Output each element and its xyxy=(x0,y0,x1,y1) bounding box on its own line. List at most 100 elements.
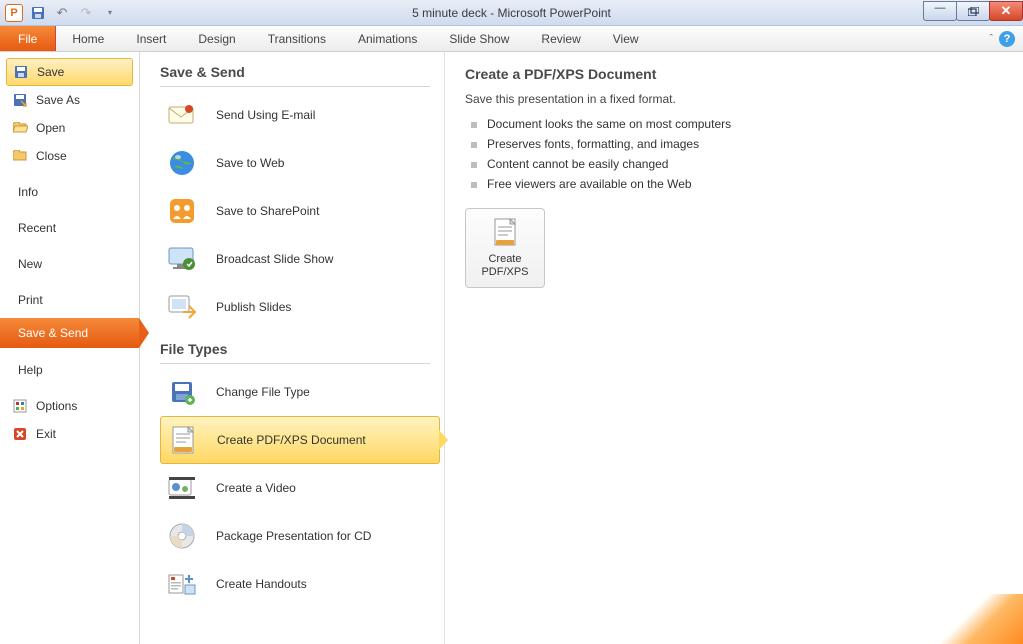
close-button[interactable]: ✕ xyxy=(989,1,1023,21)
tab-animations[interactable]: Animations xyxy=(342,26,433,51)
tab-review[interactable]: Review xyxy=(525,26,596,51)
mid-broadcast[interactable]: Broadcast Slide Show xyxy=(160,235,440,283)
sidebar-label: Close xyxy=(36,149,67,163)
sidebar-close[interactable]: Close xyxy=(0,142,139,170)
sidebar-recent[interactable]: Recent xyxy=(0,214,139,242)
broadcast-icon xyxy=(166,243,198,275)
pdf-doc-icon xyxy=(491,217,519,249)
detail-subtitle: Save this presentation in a fixed format… xyxy=(465,92,1003,106)
bullet-item: Free viewers are available on the Web xyxy=(465,174,1003,194)
sidebar-label: Save As xyxy=(36,93,80,107)
sidebar-save-send[interactable]: Save & Send xyxy=(0,318,139,348)
mid-label: Package Presentation for CD xyxy=(216,529,371,543)
mid-create-pdf-xps[interactable]: Create PDF/XPS Document xyxy=(160,416,440,464)
mid-publish-slides[interactable]: Publish Slides xyxy=(160,283,440,331)
open-icon xyxy=(12,120,28,136)
mid-label: Save to SharePoint xyxy=(216,204,319,218)
detail-bullets: Document looks the same on most computer… xyxy=(465,114,1003,194)
mid-save-sharepoint[interactable]: Save to SharePoint xyxy=(160,187,440,235)
sidebar-open[interactable]: Open xyxy=(0,114,139,142)
file-tab[interactable]: File xyxy=(0,26,56,51)
mid-save-web[interactable]: Save to Web xyxy=(160,139,440,187)
sidebar-help[interactable]: Help xyxy=(0,356,139,384)
mid-change-filetype[interactable]: Change File Type xyxy=(160,368,440,416)
qat-dropdown-icon[interactable]: ▾ xyxy=(99,2,121,24)
sidebar-exit[interactable]: Exit xyxy=(0,420,139,448)
window-title: 5 minute deck - Microsoft PowerPoint xyxy=(412,6,611,20)
cd-icon xyxy=(166,520,198,552)
mid-label: Create PDF/XPS Document xyxy=(217,433,366,447)
mid-label: Send Using E-mail xyxy=(216,108,315,122)
sidebar-save[interactable]: Save xyxy=(6,58,133,86)
corner-decoration xyxy=(933,594,1023,644)
bullet-item: Content cannot be easily changed xyxy=(465,154,1003,174)
detail-pane: Create a PDF/XPS Document Save this pres… xyxy=(445,52,1023,644)
tab-slideshow[interactable]: Slide Show xyxy=(433,26,525,51)
sidebar-label: Save & Send xyxy=(18,326,88,340)
pdf-xps-icon xyxy=(167,424,199,456)
backstage-view: Save Save As Open Close Info Recent New … xyxy=(0,52,1023,644)
close-folder-icon xyxy=(12,148,28,164)
video-icon xyxy=(166,472,198,504)
sidebar-save-as[interactable]: Save As xyxy=(0,86,139,114)
change-filetype-icon xyxy=(166,376,198,408)
maximize-button[interactable] xyxy=(956,1,990,21)
sidebar-label: Exit xyxy=(36,427,56,441)
tab-home[interactable]: Home xyxy=(56,26,120,51)
tab-insert[interactable]: Insert xyxy=(120,26,182,51)
sidebar-label: Info xyxy=(18,185,38,199)
tab-view[interactable]: View xyxy=(597,26,655,51)
quick-access-toolbar: P ↶ ↷ ▾ xyxy=(0,2,122,24)
sidebar-label: Help xyxy=(18,363,43,377)
sharepoint-icon xyxy=(166,195,198,227)
sidebar-label: Save xyxy=(37,65,64,79)
options-icon xyxy=(12,398,28,414)
mid-package-cd[interactable]: Package Presentation for CD xyxy=(160,512,440,560)
sidebar-label: Options xyxy=(36,399,77,413)
sidebar-label: Open xyxy=(36,121,65,135)
button-label-1: Create xyxy=(481,253,528,266)
mid-send-email[interactable]: Send Using E-mail xyxy=(160,91,440,139)
mid-label: Save to Web xyxy=(216,156,284,170)
sidebar-options[interactable]: Options xyxy=(0,392,139,420)
detail-heading: Create a PDF/XPS Document xyxy=(465,66,1003,82)
divider xyxy=(160,86,430,87)
save-icon xyxy=(13,64,29,80)
backstage-sidebar: Save Save As Open Close Info Recent New … xyxy=(0,52,140,644)
create-pdf-xps-button[interactable]: Create PDF/XPS xyxy=(465,208,545,288)
ribbon-minimize-icon[interactable]: ˆ xyxy=(989,33,993,45)
sidebar-info[interactable]: Info xyxy=(0,178,139,206)
bullet-item: Preserves fonts, formatting, and images xyxy=(465,134,1003,154)
undo-icon[interactable]: ↶ xyxy=(51,2,73,24)
mid-label: Change File Type xyxy=(216,385,310,399)
sidebar-new[interactable]: New xyxy=(0,250,139,278)
button-label-2: PDF/XPS xyxy=(481,266,528,279)
sidebar-print[interactable]: Print xyxy=(0,286,139,314)
section-file-types: File Types xyxy=(160,341,444,357)
redo-icon[interactable]: ↷ xyxy=(75,2,97,24)
tab-transitions[interactable]: Transitions xyxy=(252,26,342,51)
save-send-middle: Save & Send Send Using E-mail Save to We… xyxy=(140,52,445,644)
mid-create-handouts[interactable]: Create Handouts xyxy=(160,560,440,608)
mid-label: Create a Video xyxy=(216,481,296,495)
publish-slides-icon xyxy=(166,291,198,323)
qat-save-icon[interactable] xyxy=(27,2,49,24)
ribbon-tabs: File Home Insert Design Transitions Anim… xyxy=(0,26,1023,52)
app-icon: P xyxy=(3,2,25,24)
divider xyxy=(160,363,430,364)
tab-design[interactable]: Design xyxy=(182,26,251,51)
sidebar-label: Print xyxy=(18,293,43,307)
exit-icon xyxy=(12,426,28,442)
minimize-button[interactable]: — xyxy=(923,1,957,21)
mid-label: Create Handouts xyxy=(216,577,307,591)
section-save-send: Save & Send xyxy=(160,64,444,80)
mid-create-video[interactable]: Create a Video xyxy=(160,464,440,512)
mid-label: Broadcast Slide Show xyxy=(216,252,333,266)
handouts-icon xyxy=(166,568,198,600)
email-icon xyxy=(166,99,198,131)
sidebar-label: New xyxy=(18,257,42,271)
save-as-icon xyxy=(12,92,28,108)
title-bar: P ↶ ↷ ▾ 5 minute deck - Microsoft PowerP… xyxy=(0,0,1023,26)
bullet-item: Document looks the same on most computer… xyxy=(465,114,1003,134)
help-icon[interactable]: ? xyxy=(999,31,1015,47)
